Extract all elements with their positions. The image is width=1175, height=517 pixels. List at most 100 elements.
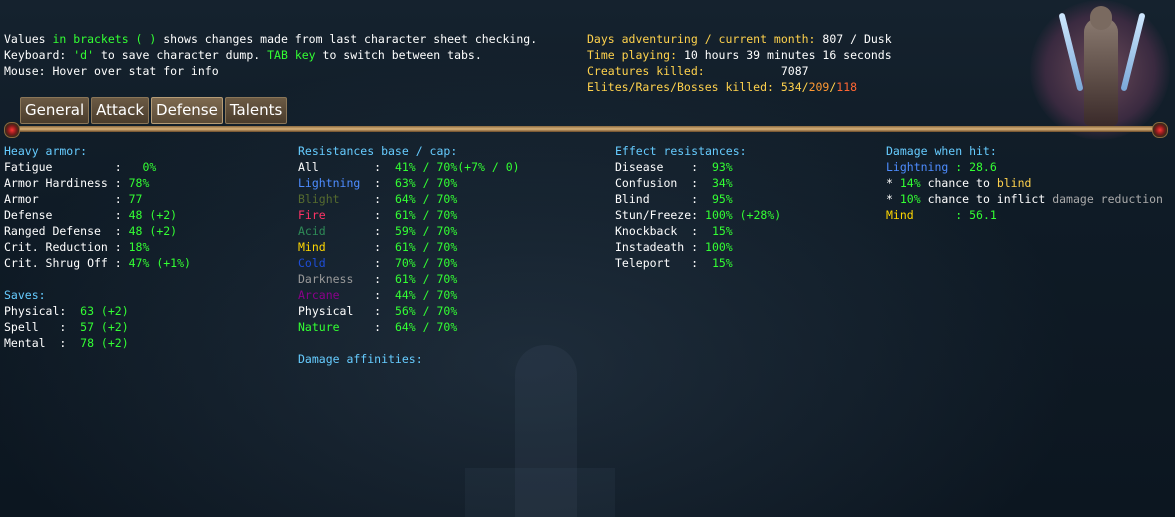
resistance-row-nature[interactable]: Nature : 64% / 70% [298, 319, 457, 335]
resistance-value: 63% / 70% [381, 176, 458, 190]
info-text: to save character dump. [94, 48, 268, 62]
resistance-separator: : [318, 160, 382, 174]
character-head [1090, 6, 1112, 30]
resistance-separator: : [353, 304, 382, 318]
resistance-value: 61% / 70% [381, 272, 458, 286]
bullet: * [886, 192, 900, 206]
info-text: to switch between tabs. [315, 48, 482, 62]
resistance-value: 64% / 70% [381, 192, 458, 206]
stat-row-defense[interactable]: Defense : 48 (+2) [4, 207, 177, 223]
dwh-mind-row[interactable]: Mind : 56.1 [886, 207, 997, 223]
dwh-inflict-pct: 10% [899, 192, 921, 206]
resistance-separator: : [325, 240, 382, 254]
time-label: Time playing: [587, 48, 678, 62]
dwh-lightning-row[interactable]: Lightning : 28.6 [886, 159, 997, 175]
resistance-row-acid[interactable]: Acid : 59% / 70% [298, 223, 457, 239]
resistance-value: 59% / 70% [381, 224, 458, 238]
stat-label: Physical: [4, 304, 67, 318]
stat-row-armor-hardiness[interactable]: Armor Hardiness : 78% [4, 175, 149, 191]
resistance-separator: : [325, 256, 382, 270]
effect-row-teleport[interactable]: Teleport : 15% [615, 255, 733, 271]
resistance-row-blight[interactable]: Blight : 64% / 70% [298, 191, 457, 207]
stat-label: Disease : [615, 160, 699, 174]
info-key-d: 'd' [73, 48, 95, 62]
effect-row-instadeath[interactable]: Instadeath : 100% [615, 239, 733, 255]
days-value: 807 / Dusk [815, 32, 892, 46]
elites-stat: Elites/Rares/Bosses killed: 534/209/118 [587, 79, 857, 95]
resistance-separator: : [339, 192, 382, 206]
stat-label: Crit. Reduction : [4, 240, 122, 254]
stat-value: 63 (+2) [66, 304, 129, 318]
resistance-row-darkness[interactable]: Darkness : 61% / 70% [298, 271, 457, 287]
resistance-row-mind[interactable]: Mind : 61% / 70% [298, 239, 457, 255]
stat-value: 34% [698, 176, 733, 190]
info-line-3: Mouse: Hover over stat for info [4, 64, 219, 78]
stat-row-ranged-defense[interactable]: Ranged Defense : 48 (+2) [4, 223, 177, 239]
dwh-blind-text: chance to [920, 176, 997, 190]
character-body [1084, 18, 1118, 126]
slash: / [801, 80, 809, 94]
resistance-separator: : [360, 176, 382, 190]
stat-value: 57 (+2) [66, 320, 129, 334]
stat-label: Defense : [4, 208, 122, 222]
stat-label: Blind : [615, 192, 699, 206]
kills-value: 7087 [704, 64, 809, 78]
tab-attack[interactable]: Attack [91, 97, 150, 124]
days-label: Days adventuring / current month: [587, 32, 816, 46]
stat-value: 93% [698, 160, 733, 174]
stat-label: Fatigue : [4, 160, 122, 174]
stat-label: Spell : [4, 320, 67, 334]
resistance-row-arcane[interactable]: Arcane : 44% / 70% [298, 287, 457, 303]
stat-row-armor[interactable]: Armor : 77 [4, 191, 142, 207]
stat-label: Crit. Shrug Off : [4, 256, 122, 270]
resistance-label: Darkness [298, 272, 354, 286]
stat-label: Ranged Defense : [4, 224, 122, 238]
resistance-label: Lightning [298, 176, 361, 190]
effect-row-knockback[interactable]: Knockback : 15% [615, 223, 733, 239]
stat-value: 100% (+28%) [698, 208, 782, 222]
stat-label: Stun/Freeze: [615, 208, 699, 222]
stat-label: Mental : [4, 336, 67, 350]
resistance-row-cold[interactable]: Cold : 70% / 70% [298, 255, 457, 271]
dwh-blind-word: blind [996, 176, 1032, 190]
effect-row-disease[interactable]: Disease : 93% [615, 159, 733, 175]
stat-value: 78 (+2) [66, 336, 129, 350]
dwh-mind-label: Mind [886, 208, 914, 222]
bullet: * [886, 176, 900, 190]
stat-row-save-spell[interactable]: Spell : 57 (+2) [4, 319, 129, 335]
effect-row-blind[interactable]: Blind : 95% [615, 191, 733, 207]
tab-defense[interactable]: Defense [151, 97, 223, 124]
resistance-label: Cold [298, 256, 326, 270]
stat-value: 15% [698, 256, 733, 270]
stat-label: Armor Hardiness : [4, 176, 122, 190]
resistance-value: 41% / 70%(+7% / 0) [381, 160, 520, 174]
stat-row-fatigue[interactable]: Fatigue : 0% [4, 159, 156, 175]
resistance-label: Physical [298, 304, 354, 318]
background-tower-base [465, 468, 615, 517]
resistance-label: Nature [298, 320, 340, 334]
resistance-row-physical[interactable]: Physical : 56% / 70% [298, 303, 457, 319]
resistance-row-fire[interactable]: Fire : 61% / 70% [298, 207, 457, 223]
info-text: Keyboard: [4, 48, 74, 62]
stat-row-crit-reduction[interactable]: Crit. Reduction : 18% [4, 239, 149, 255]
resistance-value: 44% / 70% [381, 288, 458, 302]
stat-row-save-mental[interactable]: Mental : 78 (+2) [4, 335, 129, 351]
dwh-blind-row[interactable]: * 14% chance to blind [886, 175, 1031, 191]
tab-general[interactable]: General [20, 97, 90, 124]
resistance-value: 61% / 70% [381, 240, 458, 254]
dwh-inflict-row[interactable]: * 10% chance to inflict damage reduction [886, 191, 1163, 207]
info-text: shows changes made from last character s… [156, 32, 538, 46]
resistance-separator: : [325, 208, 382, 222]
stat-label: Teleport : [615, 256, 699, 270]
tab-talents[interactable]: Talents [224, 97, 288, 124]
resistance-row-all[interactable]: All : 41% / 70%(+7% / 0) [298, 159, 520, 175]
stat-row-crit-shrug[interactable]: Crit. Shrug Off : 47% (+1%) [4, 255, 191, 271]
dwh-inflict-word: damage reduction [1052, 192, 1163, 206]
rares-value: 209 [808, 80, 830, 94]
effect-row-confusion[interactable]: Confusion : 34% [615, 175, 733, 191]
effects-heading: Effect resistances: [615, 144, 747, 158]
resistance-row-lightning[interactable]: Lightning : 63% / 70% [298, 175, 457, 191]
effect-row-stun[interactable]: Stun/Freeze: 100% (+28%) [615, 207, 781, 223]
resistance-separator: : [325, 224, 382, 238]
stat-row-save-physical[interactable]: Physical: 63 (+2) [4, 303, 129, 319]
